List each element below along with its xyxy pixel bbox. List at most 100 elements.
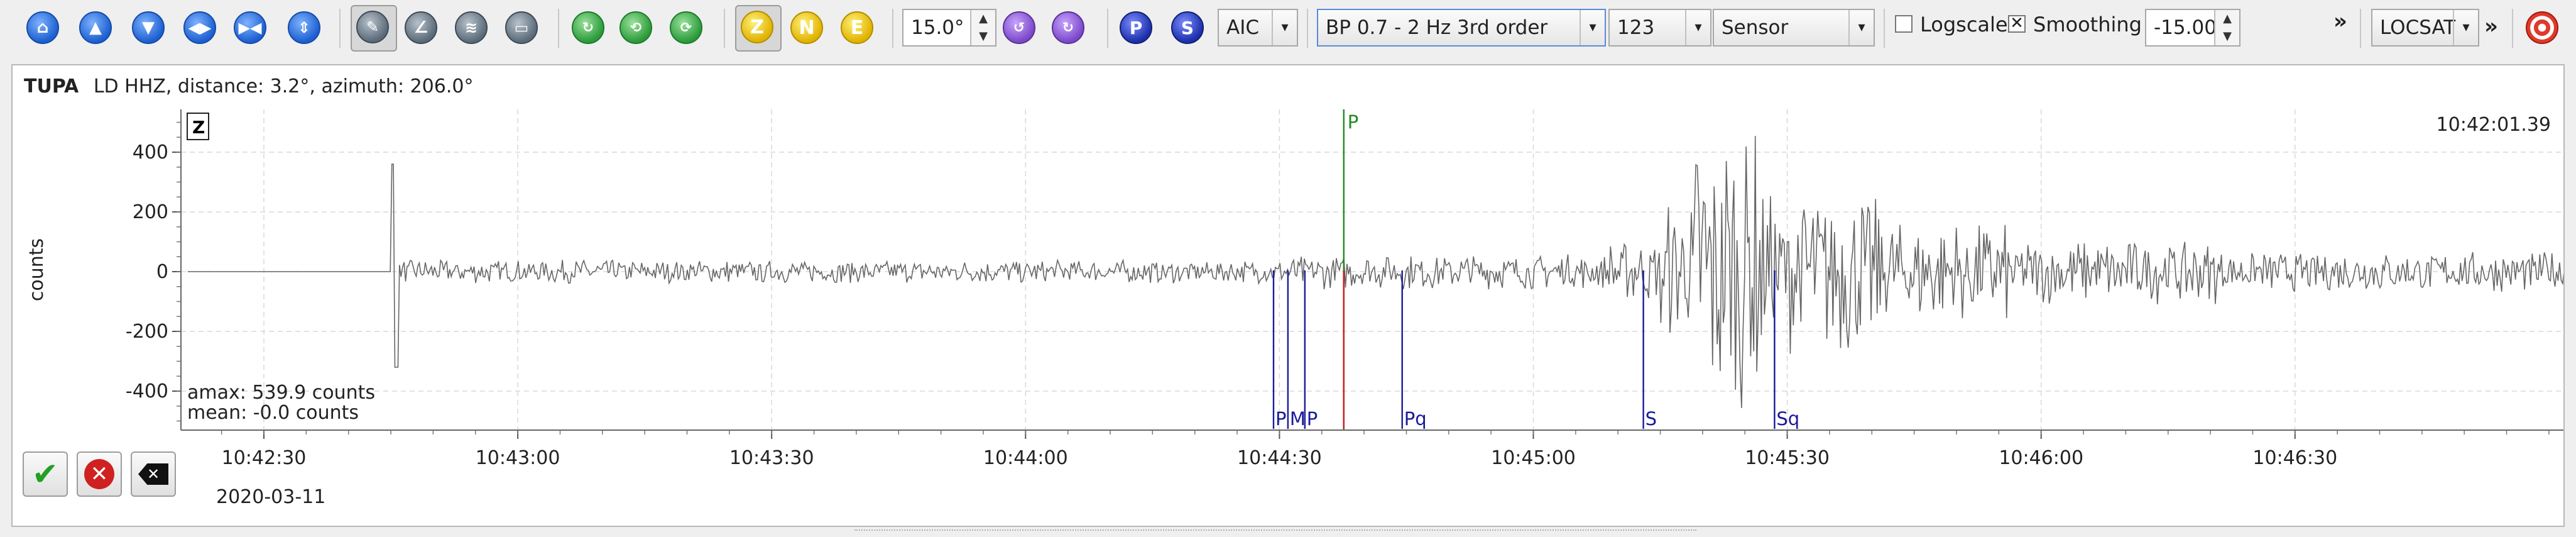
chevron-down-icon: ▾ [1685,10,1710,45]
toolbar-overflow-icon[interactable]: » [2333,9,2347,34]
date-label: 2020-03-11 [216,486,325,508]
measure-icon[interactable]: ∠ [401,8,441,48]
x-tick-label: 10:43:00 [476,447,560,469]
spin-arrows[interactable]: ▲ ▼ [970,10,995,45]
x-tick-label: 10:46:00 [1999,447,2083,469]
y-tick-label: 400 [133,141,168,163]
x-tick-label: 10:45:00 [1491,447,1576,469]
unit-value: Sensor [1722,16,1789,39]
chevron-down-icon: ▾ [2453,10,2478,45]
reject-x-icon: ✕ [84,459,114,489]
relocate-free-icon[interactable]: ⟳ [666,8,706,48]
x-tick-label: 10:45:30 [1745,447,1830,469]
filter-value: BP 0.7 - 2 Hz 3rd order [1326,16,1548,39]
component-e-button[interactable]: E [837,8,877,48]
pick-p-label: P [1120,11,1152,44]
threshold-value: -15.00 [2154,16,2217,39]
pick-s-label: S [1171,11,1204,44]
channel-set-value: 123 [1617,16,1655,39]
rotation-angle-spinbox[interactable]: 15.0° ▲ ▼ [902,9,996,47]
component-n-button[interactable]: N [787,8,827,48]
chevron-down-icon: ▾ [1848,10,1874,45]
pick-label: P [1275,408,1287,429]
accept-check-icon: ✔ [32,456,58,492]
component-z-button[interactable]: Z [735,5,782,52]
toolbar-separator [2360,9,2361,48]
picker-method-select[interactable]: AIC ▾ [1218,9,1298,47]
cursor-time: 10:42:01.39 [2437,114,2551,136]
filter-select[interactable]: BP 0.7 - 2 Hz 3rd order ▾ [1317,9,1606,47]
scroll-up-icon[interactable]: ▲ [75,8,116,48]
unit-select[interactable]: Sensor ▾ [1713,9,1875,47]
mean-text: mean: -0.0 counts [187,402,359,424]
locator-value: LOCSAT [2380,16,2456,39]
relocate-fixed-icon[interactable]: ⟲ [616,8,656,48]
y-tick-label: -400 [126,380,168,402]
toolbar-separator [1884,9,1885,48]
fit-horizontal-icon[interactable]: ▶◀ [230,8,270,48]
x-tick-label: 10:44:30 [1237,447,1322,469]
pick-p-button[interactable]: P [1116,8,1156,48]
toolbar-separator [2512,9,2513,48]
channel-set-select[interactable]: 123 ▾ [1608,9,1711,47]
toolbar-overflow-icon[interactable]: » [2484,14,2498,39]
component-e-label: E [841,11,873,44]
rotate-left-icon[interactable]: ↺ [999,8,1039,48]
toolbar-separator [724,9,725,48]
x-tick-label: 10:44:00 [983,447,1068,469]
y-axis: 400 200 0 -200 -400 [126,121,181,422]
toolbar-separator [1107,9,1108,48]
clear-button[interactable]: ✕ [131,451,176,497]
toolbar-separator [892,9,893,48]
seismogram-plot[interactable]: counts 4002000-200-400 10:42:30 10:43:00 1… [13,65,2563,526]
spectrogram-icon[interactable]: ≋ [451,8,491,48]
amplitude-icon[interactable]: ▭ [501,8,542,48]
pick-cursor-icon[interactable]: ✎ [351,5,397,52]
y-axis-label: counts [26,238,48,301]
spin-up-icon[interactable]: ▲ [2215,10,2239,28]
fit-vertical-icon[interactable]: ⇕ [284,8,324,48]
logscale-checkbox[interactable] [1895,15,1913,33]
toolbar-separator [1307,9,1308,48]
relocate-icon[interactable]: ↻ [568,8,608,48]
scroll-down-icon[interactable]: ▼ [128,8,168,48]
reject-button[interactable]: ✕ [77,451,122,497]
component-n-label: N [790,11,823,44]
toolbar-separator [339,9,341,48]
scroll-left-icon[interactable]: ◀▶ [180,8,220,48]
toolbar-separator [558,9,559,48]
x-tick-label: 10:46:30 [2252,447,2337,469]
component-z-label: Z [741,11,773,43]
chevron-down-icon: ▾ [1272,10,1297,45]
x-tick-label: 10:43:30 [729,447,814,469]
y-tick-label: 0 [156,261,168,283]
component-badge-label: Z [192,117,205,138]
x-tick-label: 10:42:30 [222,447,307,469]
rotation-angle-value: 15.0° [911,16,964,39]
home-icon[interactable]: ⌂ [23,8,63,48]
chevron-down-icon: ▾ [1580,10,1605,45]
toolbar: ⌂ ▲ ▼ ◀▶ ▶◀ ⇕ ✎ ∠ ≋ ▭ ↻ ⟲ ⟳ Z N E 15.0° … [0,0,2576,58]
pick-label-top: P [1348,111,1359,133]
pick-label: M [1290,408,1306,429]
rotate-right-icon[interactable]: ↻ [1048,8,1088,48]
spin-up-icon[interactable]: ▲ [971,10,995,28]
x-axis: 10:42:30 10:43:00 10:43:30 10:44:00 10:44:30… [221,430,2550,469]
locator-select[interactable]: LOCSAT ▾ [2371,9,2479,47]
spin-down-icon[interactable]: ▼ [2215,28,2239,45]
clear-delete-icon: ✕ [138,463,168,485]
logscale-label: Logscale [1920,13,2008,36]
accept-button[interactable]: ✔ [23,451,68,497]
target-icon[interactable] [2522,8,2562,48]
trace-panel[interactable]: TUPA LD HHZ, distance: 3.2°, azimuth: 20… [11,64,2565,527]
pick-label: Pq [1404,408,1427,429]
spin-down-icon[interactable]: ▼ [971,28,995,45]
spin-arrows[interactable]: ▲ ▼ [2214,10,2239,45]
smoothing-label: Smoothing [2033,13,2142,36]
pick-s-button[interactable]: S [1167,8,1208,48]
pick-label: P [1307,408,1318,429]
threshold-spinbox[interactable]: -15.00 ▲ ▼ [2145,9,2240,47]
amax-text: amax: 539.9 counts [187,382,375,404]
resize-grip[interactable] [854,529,1696,536]
smoothing-checkbox[interactable]: ✕ [2008,15,2026,33]
